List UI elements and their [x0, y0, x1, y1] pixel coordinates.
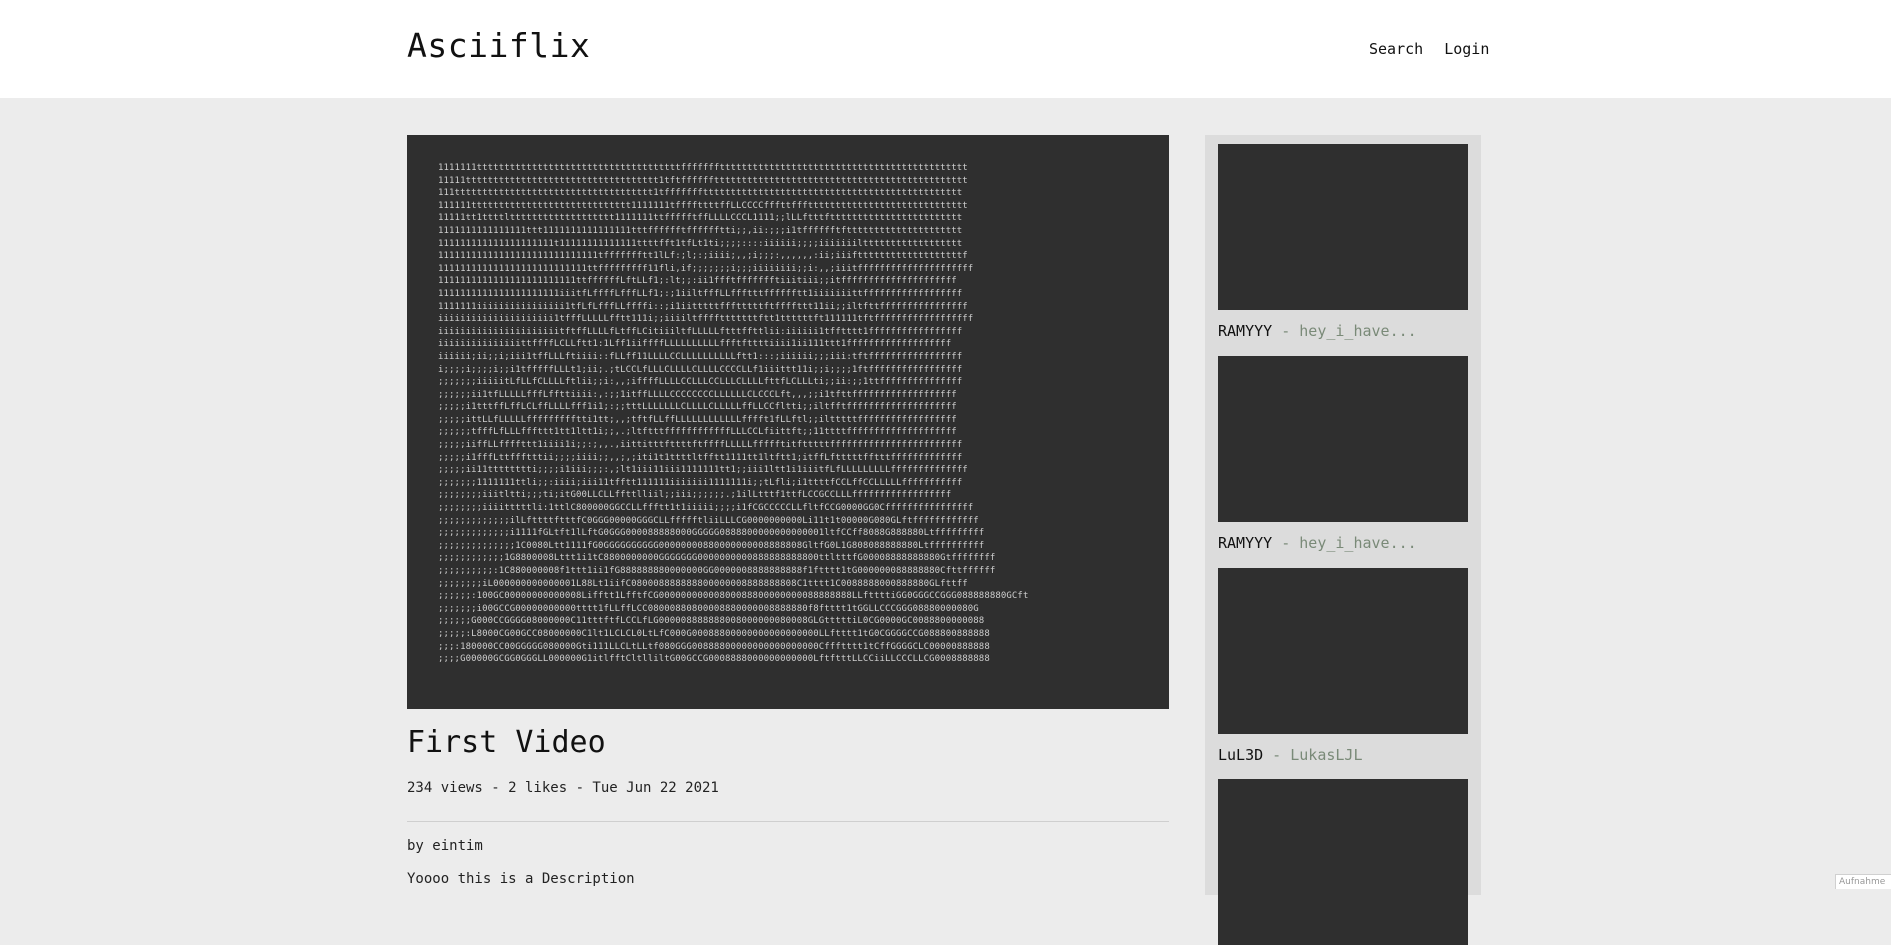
- recommendation-thumbnail[interactable]: [1218, 144, 1468, 310]
- recommendation-card[interactable]: RAMYYY - hey_i_have...: [1218, 356, 1468, 552]
- recommendation-thumbnail[interactable]: [1218, 356, 1468, 522]
- login-link[interactable]: Login: [1444, 40, 1489, 58]
- video-stats: 234 views - 2 likes - Tue Jun 22 2021: [407, 780, 719, 796]
- ascii-video-player[interactable]: 1111111ttttttttttttttttttttttttttttttttt…: [407, 135, 1169, 709]
- video-description: Yoooo this is a Description: [407, 871, 635, 887]
- divider: [407, 821, 1169, 822]
- ascii-frame: 1111111ttttttttttttttttttttttttttttttttt…: [438, 163, 1029, 665]
- recommendation-user: RAMYYY: [1218, 534, 1273, 552]
- recommendation-thumbnail[interactable]: [1218, 568, 1468, 734]
- recommendation-caption[interactable]: RAMYYY - hey_i_have...: [1218, 534, 1468, 552]
- brand-logo-link[interactable]: Asciiflix: [407, 26, 590, 65]
- recommendations-sidebar: RAMYYY - hey_i_have... RAMYYY - hey_i_ha…: [1205, 135, 1481, 945]
- recommendation-title: hey_i_have...: [1299, 322, 1417, 340]
- video-author: by eintim: [407, 838, 483, 854]
- caption-separator: -: [1263, 746, 1291, 764]
- caption-separator: -: [1272, 322, 1300, 340]
- caption-separator: -: [1272, 534, 1300, 552]
- recommendation-card[interactable]: LuL3D - LukasLJL: [1218, 568, 1468, 764]
- recommendation-caption[interactable]: RAMYYY - hey_i_have...: [1218, 322, 1468, 340]
- recommendation-card[interactable]: RAMYYY - hey_i_have...: [1218, 144, 1468, 340]
- recommendation-thumbnail[interactable]: [1218, 779, 1468, 945]
- recommendation-title: hey_i_have...: [1299, 534, 1417, 552]
- search-link[interactable]: Search: [1369, 40, 1423, 58]
- video-title: First Video: [407, 725, 606, 760]
- recording-widget[interactable]: Aufnahme: [1835, 874, 1891, 889]
- top-navbar: Asciiflix Search Login: [0, 0, 1891, 98]
- recommendation-card[interactable]: [1218, 779, 1468, 945]
- recommendation-caption[interactable]: LuL3D - LukasLJL: [1218, 746, 1468, 764]
- top-nav: Search Login: [1369, 40, 1501, 58]
- recommendation-title: LukasLJL: [1290, 746, 1363, 764]
- recommendation-user: LuL3D: [1218, 746, 1264, 764]
- recommendation-user: RAMYYY: [1218, 322, 1273, 340]
